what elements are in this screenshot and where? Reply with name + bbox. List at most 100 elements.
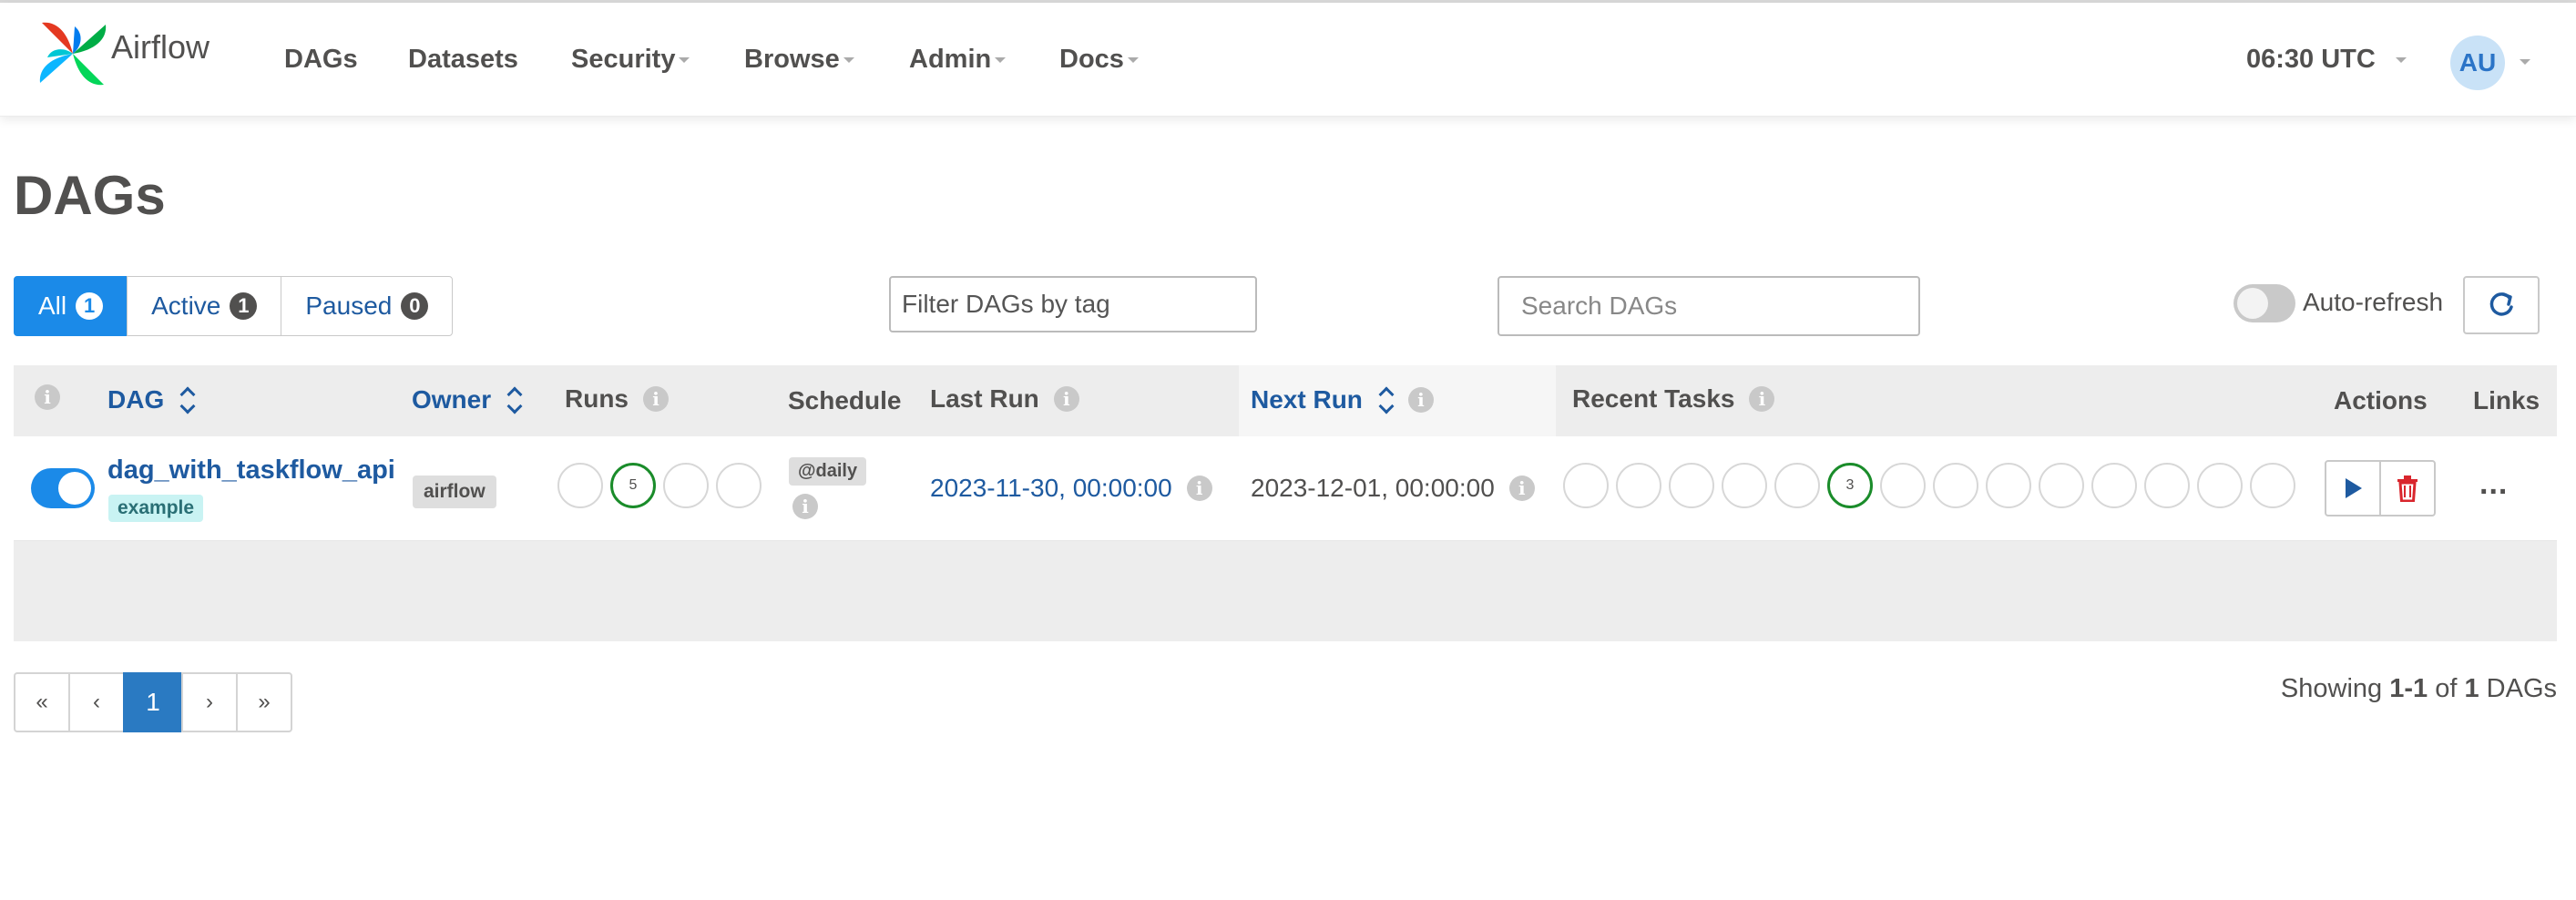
run-status-circle[interactable]: 5 bbox=[610, 463, 656, 508]
refresh-button[interactable] bbox=[2463, 276, 2540, 334]
filter-paused-button[interactable]: Paused 0 bbox=[281, 276, 454, 336]
page-prev-button[interactable]: ‹ bbox=[68, 672, 125, 732]
header-owner[interactable]: Owner bbox=[412, 384, 522, 415]
dag-tag-badge[interactable]: example bbox=[108, 495, 204, 522]
run-status-circle[interactable] bbox=[716, 463, 762, 508]
header-runs: Runs i bbox=[565, 384, 669, 414]
task-status-circle[interactable] bbox=[1880, 463, 1926, 508]
page-title: DAGs bbox=[14, 165, 166, 226]
nav-datasets[interactable]: Datasets bbox=[408, 45, 518, 75]
status-filter-group: All 1 Active 1 Paused 0 bbox=[14, 276, 454, 336]
page-first-button[interactable]: « bbox=[14, 672, 70, 732]
nav-admin-label: Admin bbox=[909, 45, 992, 74]
more-links-button[interactable]: ... bbox=[2479, 466, 2508, 502]
refresh-icon bbox=[2489, 292, 2513, 316]
tag-filter-select[interactable]: Filter DAGs by tag bbox=[889, 276, 1257, 332]
header-last-run: Last Run i bbox=[930, 384, 1079, 414]
airflow-logo-icon bbox=[39, 22, 107, 86]
table-empty-area bbox=[14, 541, 2557, 641]
info-icon[interactable]: i bbox=[1508, 476, 1535, 501]
filter-all-count: 1 bbox=[76, 292, 104, 320]
auto-refresh-label: Auto-refresh bbox=[2303, 288, 2444, 316]
chevron-down-icon bbox=[1127, 57, 1139, 64]
header-dag-label: DAG bbox=[107, 385, 165, 414]
run-status-circle[interactable] bbox=[663, 463, 709, 508]
info-icon[interactable]: i bbox=[1749, 386, 1775, 412]
task-status-circle[interactable] bbox=[2197, 463, 2243, 508]
filter-active-count: 1 bbox=[230, 292, 258, 320]
page-next-button[interactable]: › bbox=[181, 672, 238, 732]
current-time: 06:30 UTC bbox=[2246, 45, 2376, 74]
task-status-circle[interactable] bbox=[2091, 463, 2137, 508]
dag-id-link[interactable]: dag_with_taskflow_api bbox=[107, 455, 395, 486]
auto-refresh-toggle[interactable] bbox=[2234, 284, 2295, 322]
header-links: Links bbox=[2473, 386, 2540, 414]
schedule-badge: @daily bbox=[789, 457, 867, 486]
task-status-circle[interactable] bbox=[1669, 463, 1714, 508]
task-status-circle[interactable]: 3 bbox=[1827, 463, 1873, 508]
info-icon[interactable]: i bbox=[1186, 476, 1212, 501]
header-last-run-label: Last Run bbox=[930, 384, 1039, 413]
timezone-menu[interactable]: 06:30 UTC bbox=[2246, 45, 2407, 75]
filter-active-label: Active bbox=[151, 291, 221, 320]
nav-docs[interactable]: Docs bbox=[1059, 45, 1139, 75]
nav-dags[interactable]: DAGs bbox=[284, 45, 358, 75]
delete-dag-button[interactable] bbox=[2379, 460, 2436, 516]
task-status-circle[interactable] bbox=[1616, 463, 1661, 508]
header-runs-label: Runs bbox=[565, 384, 629, 413]
showing-suffix: DAGs bbox=[2486, 674, 2557, 703]
last-run-link[interactable]: 2023-11-30, 00:00:00 bbox=[930, 474, 1172, 503]
task-status-circle[interactable] bbox=[2144, 463, 2190, 508]
chevron-down-icon bbox=[679, 57, 690, 64]
sort-icon bbox=[179, 384, 195, 415]
task-status-circle[interactable] bbox=[2039, 463, 2084, 508]
navbar: Airflow DAGs Datasets Security Browse Ad… bbox=[0, 3, 2576, 117]
filter-paused-label: Paused bbox=[305, 291, 393, 320]
chevron-down-icon bbox=[995, 57, 1007, 64]
brand[interactable]: Airflow bbox=[38, 21, 210, 87]
pagination: « ‹ 1 › » bbox=[14, 672, 292, 732]
actions-group bbox=[2325, 460, 2436, 516]
chevron-down-icon bbox=[2395, 57, 2407, 64]
task-status-circle[interactable] bbox=[2250, 463, 2295, 508]
nav-browse[interactable]: Browse bbox=[744, 45, 854, 75]
trigger-dag-button[interactable] bbox=[2325, 460, 2381, 516]
nav-docs-label: Docs bbox=[1059, 45, 1124, 74]
nav-admin[interactable]: Admin bbox=[909, 45, 1007, 75]
header-next-run-label: Next Run bbox=[1251, 385, 1363, 414]
filter-paused-count: 0 bbox=[401, 292, 429, 320]
info-icon[interactable]: i bbox=[792, 494, 818, 519]
page-last-button[interactable]: » bbox=[236, 672, 292, 732]
task-status-circle[interactable] bbox=[1986, 463, 2031, 508]
info-icon[interactable]: i bbox=[35, 384, 60, 410]
search-dags-input[interactable] bbox=[1498, 276, 1920, 336]
chevron-down-icon[interactable] bbox=[2520, 59, 2530, 65]
trash-icon bbox=[2397, 476, 2418, 502]
owner-badge[interactable]: airflow bbox=[413, 476, 496, 508]
next-run-cell: 2023-12-01, 00:00:00 i bbox=[1251, 474, 1535, 503]
info-icon[interactable]: i bbox=[1053, 386, 1079, 412]
showing-count: Showing 1-1 of 1 DAGs bbox=[2281, 674, 2557, 704]
info-icon[interactable]: i bbox=[643, 386, 669, 412]
toggle-knob bbox=[58, 472, 91, 505]
run-status-circle[interactable] bbox=[557, 463, 603, 508]
task-status-circle[interactable] bbox=[1722, 463, 1767, 508]
header-recent-tasks-label: Recent Tasks bbox=[1572, 384, 1735, 413]
task-status-circle[interactable] bbox=[1563, 463, 1609, 508]
next-run-value: 2023-12-01, 00:00:00 bbox=[1251, 474, 1495, 502]
dag-pause-toggle[interactable] bbox=[31, 468, 95, 508]
header-dag[interactable]: DAG bbox=[107, 384, 195, 415]
info-icon[interactable]: i bbox=[1407, 387, 1434, 413]
nav-security-label: Security bbox=[571, 45, 676, 74]
brand-name: Airflow bbox=[111, 28, 210, 66]
page-current-button[interactable]: 1 bbox=[123, 672, 183, 732]
task-status-circle[interactable] bbox=[1933, 463, 1978, 508]
header-next-run[interactable]: Next Run i bbox=[1251, 384, 1434, 415]
nav-security[interactable]: Security bbox=[571, 45, 690, 75]
filter-all-button[interactable]: All 1 bbox=[14, 276, 128, 336]
task-status-circle[interactable] bbox=[1774, 463, 1820, 508]
showing-of: of bbox=[2435, 674, 2458, 703]
header-info: i bbox=[35, 384, 60, 410]
user-avatar[interactable]: AU bbox=[2450, 36, 2505, 90]
filter-active-button[interactable]: Active 1 bbox=[127, 276, 282, 336]
